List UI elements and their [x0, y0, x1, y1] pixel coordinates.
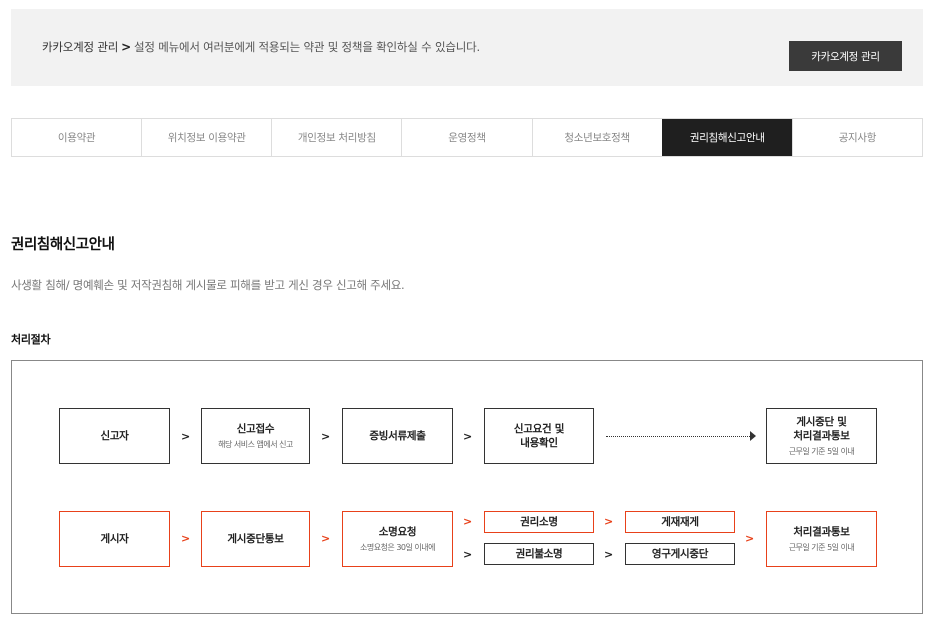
flow-repost-label: 게재재게	[661, 516, 699, 528]
flow-appeal-box: 소명요청 소명요청은 30일 이내에	[342, 511, 453, 567]
tab-rights-infringement[interactable]: 권리침해신고안내	[661, 119, 792, 156]
process-flow-diagram: 신고자 > 신고접수 해당 서비스 앱에서 신고 > 증빙서류제출 > 신고요건…	[11, 360, 923, 614]
section-title: 처리절차	[11, 333, 51, 346]
flow-reporter-label: 신고자	[100, 430, 129, 442]
notice-account-link[interactable]: 카카오계정 관리	[42, 40, 118, 54]
flow-receipt-label: 신고접수	[236, 423, 275, 435]
flow-perm-suspend-label: 영구게시중단	[651, 548, 709, 560]
tab-location-terms[interactable]: 위치정보 이용약관	[141, 119, 271, 156]
flow-vindicated-label: 권리소명	[520, 516, 558, 528]
flow-final-result-label: 처리결과통보	[793, 526, 850, 538]
flow-suspend-notice-box: 게시중단통보	[201, 511, 310, 567]
tab-youth-protection[interactable]: 청소년보호정책	[531, 119, 662, 156]
flow-arrow-icon: >	[321, 430, 331, 443]
flow-result-box: 게시중단 및 처리결과통보 근무일 기준 5일 이내	[766, 408, 877, 464]
flow-final-result-box: 처리결과통보 근무일 기준 5일 이내	[766, 511, 877, 567]
flow-final-result-sub: 근무일 기준 5일 이내	[788, 543, 855, 552]
flow-arrow-icon: >	[463, 515, 473, 528]
flow-result-sub: 근무일 기준 5일 이내	[788, 447, 855, 456]
flow-not-vindicated-label: 권리불소명	[515, 548, 563, 560]
flow-review-box: 신고요건 및 내용확인	[484, 408, 594, 464]
flow-reporter-box: 신고자	[59, 408, 170, 464]
flow-repost-box: 게재재게	[625, 511, 735, 533]
flow-result-label-line2: 처리결과통보	[793, 430, 850, 442]
tab-notice[interactable]: 공지사항	[791, 119, 922, 156]
flow-poster-label: 게시자	[100, 533, 129, 545]
flow-arrow-icon: >	[321, 532, 331, 545]
tab-terms[interactable]: 이용약관	[12, 119, 141, 156]
flow-appeal-sub: 소명요청은 30일 이내에	[359, 543, 436, 552]
flow-arrow-icon: >	[745, 532, 755, 545]
flow-receipt-sub: 해당 서비스 앱에서 신고	[218, 440, 293, 449]
policy-tabs: 이용약관 위치정보 이용약관 개인정보 처리방침 운영정책 청소년보호정책 권리…	[11, 118, 923, 157]
flow-arrow-icon: >	[181, 532, 191, 545]
flow-arrow-icon: >	[604, 515, 614, 528]
flow-arrow-icon: >	[463, 548, 473, 561]
flow-perm-suspend-box: 영구게시중단	[625, 543, 735, 565]
flow-arrowhead-icon	[750, 431, 756, 441]
flow-receipt-box: 신고접수 해당 서비스 앱에서 신고	[201, 408, 310, 464]
flow-evidence-label: 증빙서류제출	[369, 430, 426, 442]
tab-operation-policy[interactable]: 운영정책	[401, 119, 531, 156]
flow-review-label-line1: 신고요건 및	[513, 423, 565, 435]
flow-poster-box: 게시자	[59, 511, 170, 567]
flow-suspend-notice-label: 게시중단통보	[227, 533, 284, 545]
flow-arrow-icon: >	[181, 430, 191, 443]
flow-result-label-line1: 게시중단 및	[796, 416, 847, 428]
flow-not-vindicated-box: 권리불소명	[484, 543, 594, 565]
flow-review-label-line2: 내용확인	[520, 437, 558, 449]
page-description: 사생활 침해/ 명예훼손 및 저작권침해 게시물로 피해를 받고 게신 경우 신…	[11, 278, 405, 292]
flow-arrow-icon: >	[463, 430, 473, 443]
flow-arrow-icon: >	[604, 548, 614, 561]
tab-privacy[interactable]: 개인정보 처리방침	[271, 119, 401, 156]
notice-arrow-icon: >	[121, 40, 131, 54]
notice-bar: 카카오계정 관리 > 설정 메뉴에서 여러분에게 적용되는 약관 및 정책을 확인하…	[11, 9, 923, 86]
page-title: 권리침해신고안내	[11, 237, 115, 253]
flow-evidence-box: 증빙서류제출	[342, 408, 453, 464]
flow-dotted-connector	[606, 436, 752, 437]
flow-vindicated-box: 권리소명	[484, 511, 594, 533]
notice-text: 카카오계정 관리 > 설정 메뉴에서 여러분에게 적용되는 약관 및 정책을 확인하…	[42, 39, 480, 55]
flow-appeal-label: 소명요청	[378, 526, 417, 538]
notice-message: 설정 메뉴에서 여러분에게 적용되는 약관 및 정책을 확인하실 수 있습니다.	[133, 40, 480, 54]
kakao-account-manage-button[interactable]: 카카오계정 관리	[789, 41, 902, 71]
